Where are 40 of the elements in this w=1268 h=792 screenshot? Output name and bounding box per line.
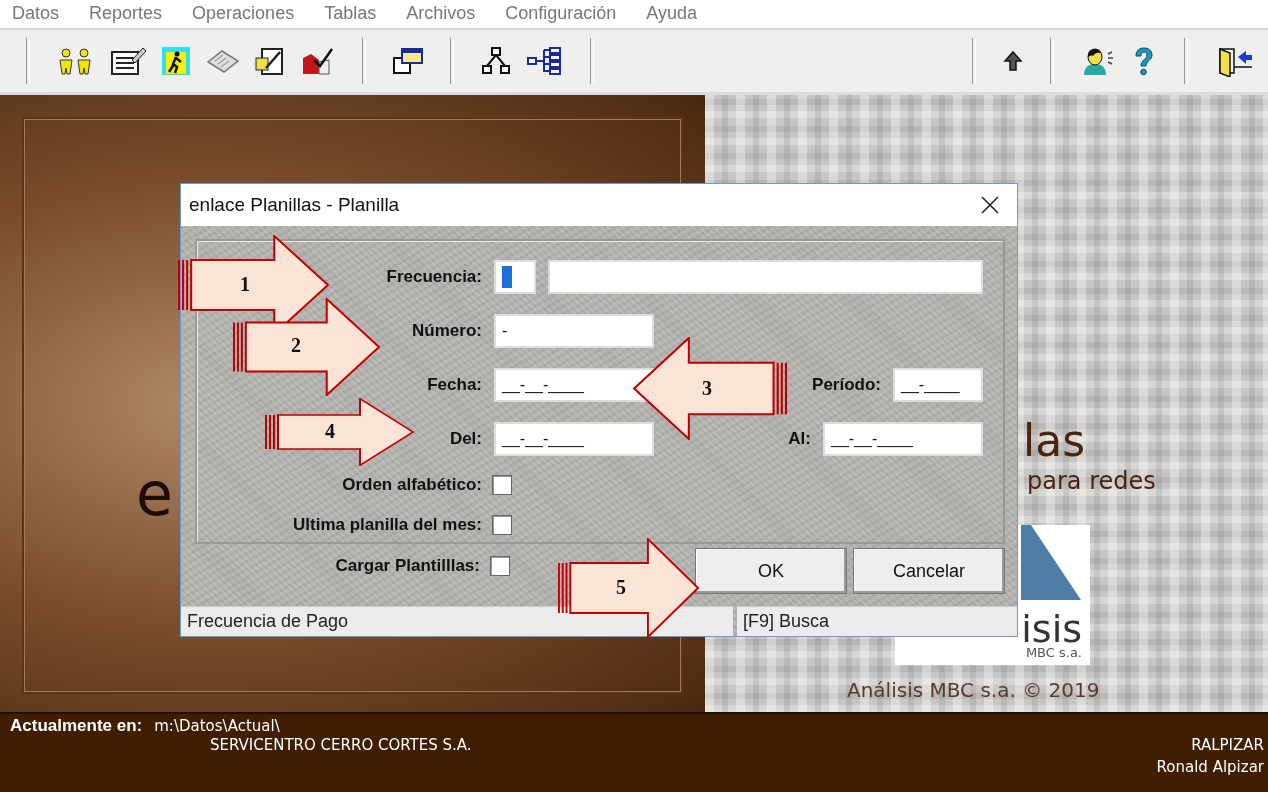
menu-item[interactable]: Configuración — [505, 0, 617, 26]
input-field[interactable]: __-__-____ — [823, 422, 983, 456]
callout-number: 4 — [325, 420, 335, 443]
input-field[interactable]: __-____ — [893, 368, 983, 402]
field-label: Al: — [788, 429, 811, 449]
splash-subtitle: para redes — [1027, 467, 1156, 495]
company-name: SERVICENTRO CERRO CORTES S.A. — [210, 736, 472, 754]
callout-number: 2 — [291, 334, 301, 357]
status-panel: [F9] Busca — [737, 606, 1017, 636]
menu-item[interactable]: Archivos — [406, 0, 476, 26]
callout-number: 3 — [702, 377, 712, 400]
field-label: Ultima planilla del mes: — [293, 515, 482, 535]
splash-title: las — [1023, 415, 1086, 466]
menu-item[interactable]: Datos — [12, 0, 60, 26]
menu-item[interactable]: Ayuda — [646, 0, 697, 26]
input-field[interactable]: - — [494, 314, 654, 348]
field-label: Frecuencia: — [386, 267, 482, 287]
status-panel: Frecuencia de Pago — [181, 606, 733, 636]
menu-item[interactable]: Reportes — [89, 0, 163, 26]
copyright-text: Análisis MBC s.a. © 2019 — [847, 678, 1100, 702]
user-name: Ronald Alpizar — [1156, 758, 1264, 776]
menu-item[interactable]: Operaciones — [192, 0, 295, 26]
path-text: m:\Datos\Actual\ — [154, 717, 280, 735]
field-label: Cargar Plantilllas: — [335, 556, 480, 576]
field-label: Del: — [449, 429, 482, 449]
menu-item[interactable]: Tablas — [324, 0, 377, 26]
input-field[interactable]: __-__-____ — [494, 422, 654, 456]
user-code: RALPIZAR — [1191, 736, 1264, 754]
input-field[interactable]: __-__-____ — [494, 368, 654, 402]
cancel-button[interactable]: Cancelar — [853, 548, 1005, 594]
callout-number: 5 — [616, 576, 626, 599]
ok-button[interactable]: OK — [695, 548, 847, 594]
location-label: Actualmente en: — [10, 716, 143, 736]
logo-text: e — [136, 459, 173, 529]
field-label: Período: — [812, 375, 881, 395]
field-label: Fecha: — [427, 375, 482, 395]
dialog-title: enlace Planillas - Planilla — [189, 194, 401, 216]
field-label: Número: — [412, 321, 482, 341]
callout-number: 1 — [240, 273, 250, 296]
field-label: Orden alfabético: — [342, 475, 482, 495]
